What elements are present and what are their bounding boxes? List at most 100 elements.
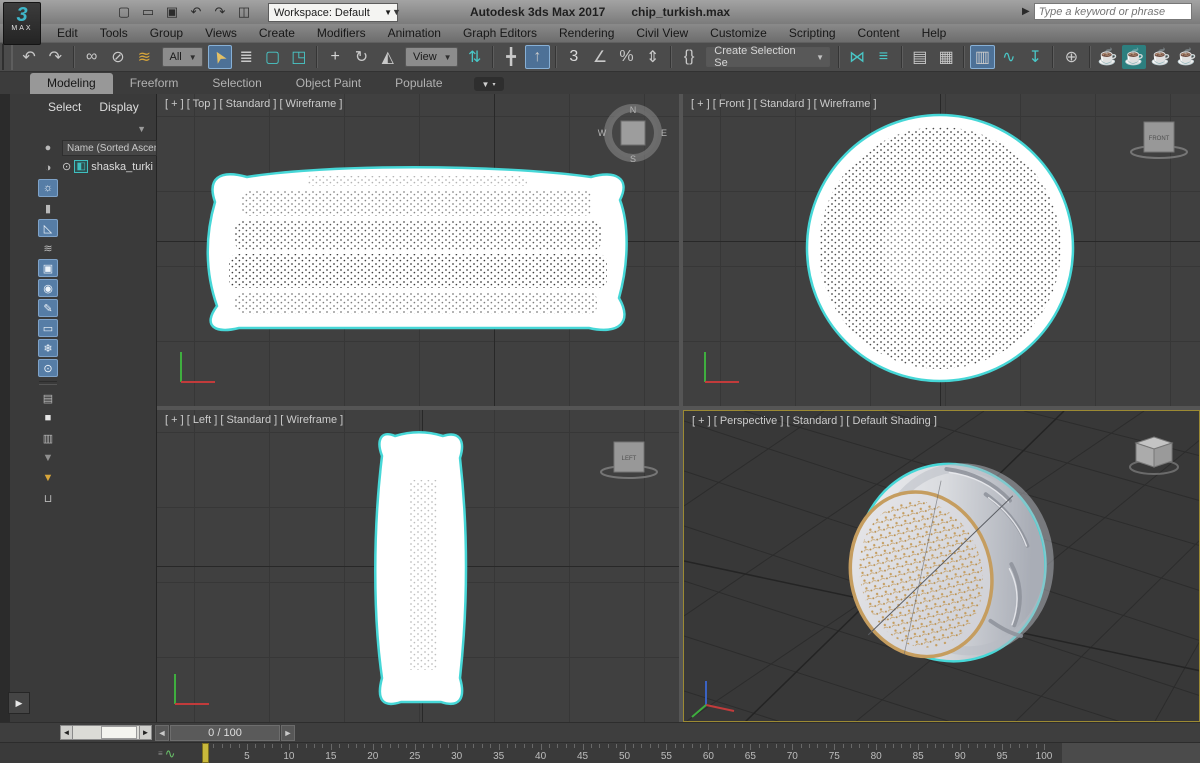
display-cameras-toggle[interactable]: ▮ (38, 199, 58, 217)
workspace-options-icon[interactable]: ▼ (392, 7, 401, 17)
menu-animation[interactable]: Animation (377, 26, 452, 40)
menu-help[interactable]: Help (911, 26, 958, 40)
window-crossing-toggle-icon[interactable]: ◳ (287, 45, 311, 69)
explorer-horizontal-scrollbar[interactable]: ◄ ► (60, 725, 152, 740)
viewport-front[interactable]: FRONT [ + ] [ Front ] [ Standard ] [ Wir… (683, 94, 1200, 406)
unlink-selection-icon[interactable]: ⊘ (106, 45, 130, 69)
menu-group[interactable]: Group (139, 26, 194, 40)
next-frame-button[interactable]: ► (281, 725, 295, 741)
explorer-menu-display[interactable]: Display (99, 100, 138, 114)
menu-scripting[interactable]: Scripting (778, 26, 847, 40)
select-and-move-icon[interactable]: + (323, 45, 347, 69)
viewport-perspective[interactable]: [ + ] [ Perspective ] [ Standard ] [ Def… (683, 410, 1200, 722)
display-frozen-toggle[interactable]: ❄ (38, 339, 58, 357)
time-slider-handle[interactable]: 0 / 100 (170, 725, 280, 741)
open-file-icon[interactable]: ▭ (137, 2, 159, 22)
toggle-layer-explorer-icon[interactable]: ▦ (934, 45, 958, 69)
viewcube-left[interactable]: LEFT (597, 428, 661, 484)
name-column-header[interactable]: Name (Sorted Ascending (62, 140, 157, 156)
menu-graph-editors[interactable]: Graph Editors (452, 26, 548, 40)
menu-modifiers[interactable]: Modifiers (306, 26, 377, 40)
ribbon-tab-object-paint[interactable]: Object Paint (279, 73, 378, 94)
mirror-icon[interactable]: ⋈ (845, 45, 869, 69)
reference-coordinate-system-dropdown[interactable]: View ▼ (405, 47, 458, 67)
select-and-link-icon[interactable]: ∞ (80, 45, 104, 69)
bind-to-space-warp-icon[interactable]: ≋ (132, 45, 156, 69)
new-scene-icon[interactable]: ▢ (113, 2, 135, 22)
menu-views[interactable]: Views (194, 26, 248, 40)
project-folder-icon[interactable]: ◫ (233, 2, 255, 22)
current-frame-marker[interactable] (202, 743, 209, 763)
percent-snap-toggle-icon[interactable]: % (614, 45, 638, 69)
display-helpers-toggle[interactable]: ◺ (38, 219, 58, 237)
frame-ruler[interactable]: 0510152025303540455055606570758085909510… (0, 743, 1200, 763)
search-arrow-icon[interactable]: ▶ (1022, 6, 1030, 17)
use-pivot-point-center-icon[interactable]: ⇅ (463, 45, 487, 69)
menu-content[interactable]: Content (847, 26, 911, 40)
previous-frame-button[interactable]: ◄ (155, 725, 169, 741)
edit-named-selection-sets-icon[interactable]: {} (677, 45, 701, 69)
menu-customize[interactable]: Customize (699, 26, 778, 40)
display-space-warps-toggle[interactable]: ≋ (38, 239, 58, 257)
select-and-rotate-icon[interactable]: ↻ (349, 45, 373, 69)
display-lights-toggle[interactable]: ☼ (38, 179, 58, 197)
ribbon-display-toggle-icon[interactable]: ▼ ▾ (473, 77, 504, 91)
display-groups-toggle[interactable]: ▣ (38, 259, 58, 277)
display-shapes-toggle[interactable]: ◑ (38, 159, 58, 177)
render-setup-icon[interactable]: ☕ (1096, 45, 1120, 69)
workspace-dropdown[interactable]: Workspace: Default ▼ (268, 3, 398, 22)
select-and-scale-icon[interactable]: ◭ (376, 45, 400, 69)
schematic-view-icon[interactable]: ↧ (1023, 45, 1047, 69)
toggle-ribbon-icon[interactable]: ▥ (970, 45, 995, 69)
viewport-label-perspective[interactable]: [ + ] [ Perspective ] [ Standard ] [ Def… (692, 415, 937, 427)
application-menu-button[interactable]: 3 MAX (3, 2, 41, 45)
curve-editor-icon[interactable]: ∿ (997, 45, 1021, 69)
select-by-name-icon[interactable]: ≣ (234, 45, 258, 69)
ribbon-tab-modeling[interactable]: Modeling (30, 73, 113, 94)
edit-list-button[interactable]: ▥ (38, 429, 58, 447)
scroll-right-icon[interactable]: ► (139, 725, 152, 740)
redo-small-icon[interactable]: ↷ (209, 2, 231, 22)
keyboard-shortcut-override-icon[interactable]: ↑ (525, 45, 550, 69)
viewport-left[interactable]: LEFT [ + ] [ Left ] [ Standard ] [ Wiref… (157, 410, 679, 722)
display-xrefs-toggle[interactable]: ◉ (38, 279, 58, 297)
explorer-expand-button[interactable]: ▶ (8, 692, 30, 714)
filter-button[interactable]: ▼ (38, 469, 58, 487)
display-objects-toggle[interactable]: ● (38, 139, 58, 157)
menu-civil-view[interactable]: Civil View (625, 26, 699, 40)
viewport-top[interactable]: N E S W [ + ] [ Top ] [ Standard ] [ Wir… (157, 94, 679, 406)
angle-snap-toggle-icon[interactable]: ∠ (588, 45, 612, 69)
render-iterative-icon[interactable]: ☕ (1175, 45, 1199, 69)
search-input[interactable] (1033, 3, 1192, 20)
save-file-icon[interactable]: ▣ (161, 2, 183, 22)
select-and-manipulate-icon[interactable]: ╋ (499, 45, 523, 69)
display-containers-toggle[interactable]: ▭ (38, 319, 58, 337)
scroll-thumb[interactable] (101, 726, 137, 739)
menu-rendering[interactable]: Rendering (548, 26, 625, 40)
viewport-label-left[interactable]: [ + ] [ Left ] [ Standard ] [ Wireframe … (165, 414, 343, 426)
selection-filter-dropdown[interactable]: All ▼ (161, 47, 203, 67)
undo-small-icon[interactable]: ↶ (185, 2, 207, 22)
render-production-icon[interactable]: ☕ (1148, 45, 1172, 69)
toolbar-grip[interactable] (2, 44, 13, 70)
new-folder-button[interactable]: ⊔ (38, 489, 58, 507)
undo-icon[interactable]: ↶ (17, 45, 41, 69)
explorer-options-caret-icon[interactable]: ▼ (137, 124, 146, 134)
redo-icon[interactable]: ↷ (43, 45, 67, 69)
viewcube-perspective[interactable] (1128, 427, 1192, 483)
menu-create[interactable]: Create (248, 26, 306, 40)
spinner-snap-toggle-icon[interactable]: ⇕ (641, 45, 665, 69)
rectangular-selection-region-icon[interactable]: ▢ (260, 45, 284, 69)
rendered-frame-window-icon[interactable]: ☕ (1121, 45, 1147, 69)
scroll-track[interactable] (73, 725, 139, 740)
display-bones-toggle[interactable]: ✎ (38, 299, 58, 317)
menu-edit[interactable]: Edit (46, 26, 89, 40)
align-icon[interactable]: ≡ (871, 45, 895, 69)
viewport-label-top[interactable]: [ + ] [ Top ] [ Standard ] [ Wireframe ] (165, 98, 342, 110)
viewcube-compass[interactable]: N E S W (595, 100, 671, 166)
select-object-icon[interactable]: ➤ (207, 45, 233, 69)
ribbon-tab-selection[interactable]: Selection (195, 73, 278, 94)
ribbon-tab-populate[interactable]: Populate (378, 73, 459, 94)
menu-tools[interactable]: Tools (89, 26, 139, 40)
filter-combinations-button[interactable]: ▼ (38, 449, 58, 467)
